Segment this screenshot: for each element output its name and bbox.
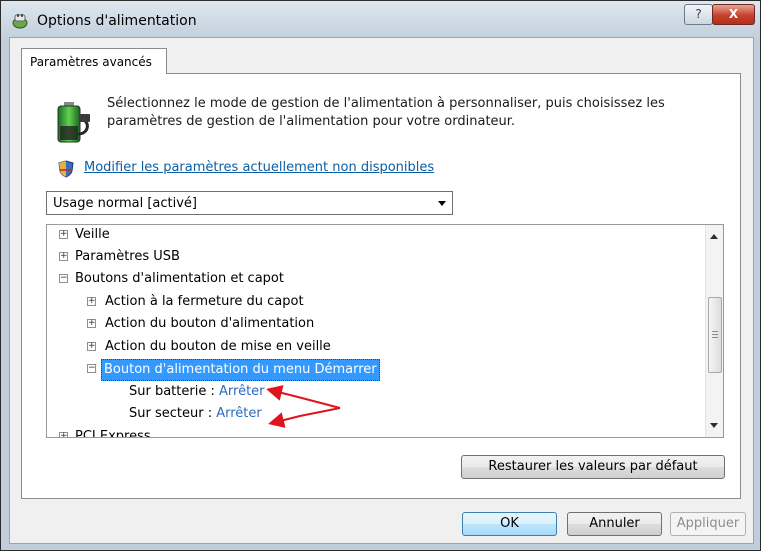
- expand-icon[interactable]: +: [59, 252, 68, 261]
- description-text: Sélectionnez le mode de gestion de l'ali…: [107, 96, 665, 129]
- title-bar[interactable]: Options d'alimentation ? X: [1, 1, 760, 37]
- setting-on-battery-value[interactable]: Arrêter: [219, 384, 265, 399]
- power-plan-select[interactable]: Usage normal [activé]: [46, 191, 453, 215]
- expand-icon[interactable]: +: [59, 230, 68, 239]
- power-options-icon: [12, 14, 28, 29]
- window-title: Options d'alimentation: [37, 13, 197, 29]
- close-button[interactable]: X: [712, 4, 755, 25]
- expand-icon[interactable]: +: [59, 432, 68, 437]
- expand-icon[interactable]: +: [87, 319, 96, 328]
- tab-advanced-settings[interactable]: Paramètres avancés: [21, 48, 167, 74]
- tree-item-label: Action du bouton d'alimentation: [105, 316, 315, 331]
- setting-plugged-in-value[interactable]: Arrêter: [216, 406, 262, 421]
- tree-item-label: Action à la fermeture du capot: [105, 294, 304, 309]
- apply-button[interactable]: Appliquer: [670, 512, 746, 536]
- cancel-button[interactable]: Annuler: [567, 512, 662, 536]
- tree-item-label: Veille: [75, 227, 110, 242]
- setting-on-battery: Sur batterie : Arrêter: [129, 382, 265, 402]
- grip-line: [712, 334, 718, 335]
- collapse-icon[interactable]: −: [87, 364, 96, 373]
- settings-tree[interactable]: + Veille + Paramètres USB − Boutons d'al…: [46, 224, 724, 438]
- power-plan-select-value: Usage normal [activé]: [53, 196, 197, 211]
- grip-line: [712, 331, 718, 332]
- expand-icon[interactable]: +: [87, 342, 96, 351]
- restore-defaults-button[interactable]: Restaurer les valeurs par défaut: [461, 455, 725, 479]
- scroll-thumb[interactable]: [708, 297, 722, 373]
- scroll-up-icon[interactable]: [710, 234, 718, 239]
- setting-plugged-in-label: Sur secteur :: [129, 406, 213, 421]
- uac-shield-icon: [58, 160, 74, 178]
- expand-icon[interactable]: +: [87, 297, 96, 306]
- setting-on-battery-label: Sur batterie :: [129, 384, 215, 399]
- modify-unavailable-settings-link[interactable]: Modifier les paramètres actuellement non…: [84, 160, 434, 175]
- help-button[interactable]: ?: [684, 4, 713, 25]
- tree-item-label: Bouton d'alimentation du menu Démarrer: [101, 359, 380, 381]
- scroll-down-icon[interactable]: [710, 423, 718, 428]
- tree-item-label: PCI Express: [75, 429, 151, 438]
- tree-item-label: Paramètres USB: [75, 249, 180, 264]
- chevron-down-icon[interactable]: [438, 201, 446, 206]
- battery-plug-icon: [57, 102, 90, 143]
- tree-item-label: Boutons d'alimentation et capot: [75, 271, 284, 286]
- collapse-icon[interactable]: −: [59, 274, 68, 283]
- grip-line: [712, 337, 718, 338]
- ok-button[interactable]: OK: [462, 512, 557, 536]
- vertical-scrollbar[interactable]: [705, 225, 723, 437]
- tab-advanced-settings-label: Paramètres avancés: [30, 55, 152, 69]
- setting-plugged-in: Sur secteur : Arrêter: [129, 404, 262, 424]
- tree-item-label: Action du bouton de mise en veille: [105, 339, 331, 354]
